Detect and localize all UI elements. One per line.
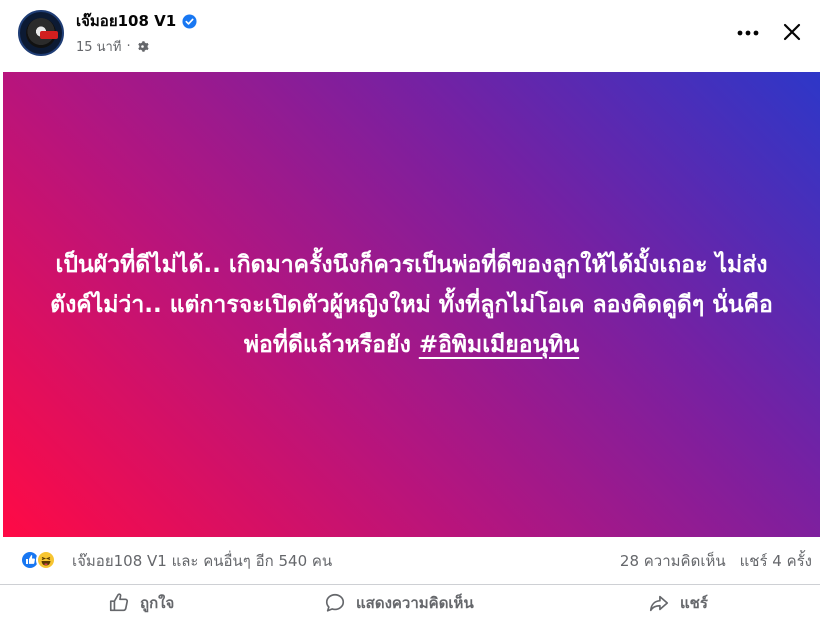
reactors-text[interactable]: เจ๊มอย108 V1 และ คนอื่นๆ อีก 540 คน <box>72 549 332 573</box>
share-label: แชร์ <box>680 594 708 612</box>
comment-label: แสดงความคิดเห็น <box>356 594 474 612</box>
hashtag-link[interactable]: #อิพิมเมียอนุทิน <box>419 332 579 358</box>
banner-message: เป็นผัวที่ดีไม่ได้.. เกิดมาครั้งนึงก็ควร… <box>50 251 773 358</box>
share-button[interactable]: แชร์ <box>648 591 708 615</box>
avatar[interactable] <box>18 10 64 56</box>
post-meta: 15 นาที · <box>76 36 149 57</box>
reaction-icons[interactable] <box>20 549 68 571</box>
comment-button[interactable]: แสดงความคิดเห็น <box>324 591 474 615</box>
avatar-badge <box>40 31 58 39</box>
more-horizontal-icon <box>737 30 759 36</box>
close-icon <box>783 23 801 41</box>
comments-count[interactable]: 28 ความคิดเห็น <box>620 549 726 573</box>
post-banner: เป็นผัวที่ดีไม่ได้.. เกิดมาครั้งนึงก็ควร… <box>3 72 820 537</box>
like-button[interactable]: ถูกใจ <box>108 591 174 615</box>
post-time[interactable]: 15 นาที <box>76 36 121 57</box>
share-icon <box>649 595 669 612</box>
shares-count[interactable]: แชร์ 4 ครั้ง <box>740 549 812 573</box>
thumbs-up-icon <box>109 593 129 612</box>
more-options-button[interactable] <box>732 19 764 47</box>
author-name-row: เจ๊มอย108 V1 <box>76 9 197 33</box>
banner-text: เป็นผัวที่ดีไม่ได้.. เกิดมาครั้งนึงก็ควร… <box>42 245 782 365</box>
post-header: เจ๊มอย108 V1 15 นาที · <box>0 0 820 72</box>
haha-reaction-icon <box>36 550 56 570</box>
close-button[interactable] <box>776 16 808 48</box>
author-name[interactable]: เจ๊มอย108 V1 <box>76 9 176 33</box>
engagement-counts: 28 ความคิดเห็น แชร์ 4 ครั้ง <box>620 549 812 573</box>
post-actions-bar: ถูกใจ แสดงความคิดเห็น แชร์ <box>0 584 820 619</box>
comment-icon <box>325 593 345 612</box>
meta-separator: · <box>126 39 131 54</box>
like-label: ถูกใจ <box>140 594 175 612</box>
verified-badge-icon <box>182 13 197 29</box>
gear-icon[interactable] <box>136 40 149 53</box>
reaction-stats-bar: เจ๊มอย108 V1 และ คนอื่นๆ อีก 540 คน 28 ค… <box>0 537 820 581</box>
